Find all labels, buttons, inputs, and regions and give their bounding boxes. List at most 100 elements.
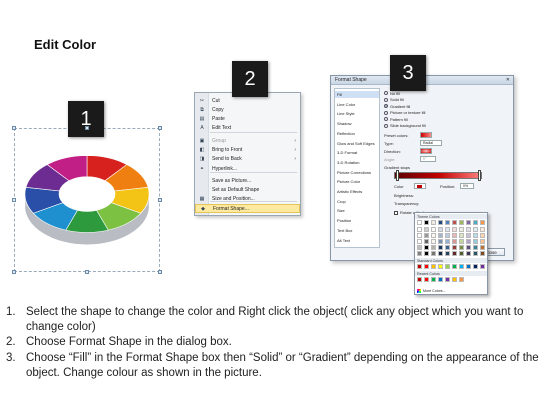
preset-colors-dropdown[interactable]: [420, 132, 432, 138]
color-swatch[interactable]: [466, 245, 471, 250]
resize-handle[interactable]: [12, 270, 16, 274]
fill-option[interactable]: Slide background fill: [384, 123, 426, 129]
color-swatch[interactable]: [480, 239, 485, 244]
context-menu-item[interactable]: ◨ Send to Back ›: [195, 154, 300, 163]
color-swatch[interactable]: [466, 264, 471, 269]
color-swatch[interactable]: [473, 245, 478, 250]
dialog-category-item[interactable]: Text Box: [337, 227, 352, 234]
radio-button[interactable]: [384, 104, 388, 108]
color-swatch[interactable]: [480, 251, 485, 256]
color-swatch[interactable]: [466, 233, 471, 238]
gradient-stop-handle[interactable]: [478, 170, 481, 181]
color-swatch[interactable]: [473, 220, 478, 225]
color-swatch[interactable]: [452, 233, 457, 238]
color-ring-shape[interactable]: [14, 128, 160, 274]
color-swatch[interactable]: [424, 239, 429, 244]
color-swatch[interactable]: [466, 220, 471, 225]
color-swatch[interactable]: [431, 239, 436, 244]
color-swatch[interactable]: [424, 233, 429, 238]
color-swatch[interactable]: [466, 239, 471, 244]
fill-option[interactable]: Pattern fill: [384, 116, 408, 122]
fill-option[interactable]: Solid fill: [384, 97, 404, 103]
radio-button[interactable]: [384, 123, 388, 128]
resize-handle[interactable]: [158, 270, 162, 274]
angle-input[interactable]: 0°: [420, 156, 436, 162]
color-swatch[interactable]: [459, 277, 464, 282]
color-swatch[interactable]: [431, 233, 436, 238]
color-swatch[interactable]: [480, 233, 485, 238]
radio-button[interactable]: [384, 110, 388, 115]
color-swatch[interactable]: [480, 264, 485, 269]
color-swatch[interactable]: [438, 233, 443, 238]
color-swatch[interactable]: [459, 239, 464, 244]
color-swatch[interactable]: [424, 264, 429, 269]
radio-button[interactable]: [384, 117, 388, 121]
dialog-category-item[interactable]: Picture Corrections: [337, 169, 371, 176]
close-icon[interactable]: ✕: [506, 77, 510, 83]
color-swatch[interactable]: [466, 251, 471, 256]
color-swatch[interactable]: [417, 251, 422, 256]
context-menu-item[interactable]: ⧉ Copy: [195, 105, 300, 114]
color-picker-button[interactable]: [414, 183, 426, 189]
color-swatch[interactable]: [438, 220, 443, 225]
resize-handle[interactable]: [158, 198, 162, 202]
resize-handle[interactable]: [85, 126, 89, 130]
gradient-stop-handle[interactable]: [396, 170, 399, 181]
color-swatch[interactable]: [445, 239, 450, 244]
dialog-category-item[interactable]: Size: [337, 207, 345, 214]
context-menu-item[interactable]: Save as Picture...: [195, 176, 300, 185]
color-swatch[interactable]: [473, 251, 478, 256]
color-swatch[interactable]: [452, 277, 457, 282]
color-swatch[interactable]: [452, 220, 457, 225]
color-swatch[interactable]: [424, 251, 429, 256]
color-swatch[interactable]: [417, 245, 422, 250]
color-swatch[interactable]: [431, 227, 436, 232]
context-menu-item[interactable]: ✂ Cut: [195, 96, 300, 105]
dialog-category-item[interactable]: Artistic Effects: [337, 188, 362, 195]
type-select[interactable]: Radial: [420, 140, 442, 146]
context-menu-item[interactable]: ▣ Group ›: [195, 136, 300, 145]
color-swatch[interactable]: [438, 245, 443, 250]
color-swatch[interactable]: [445, 264, 450, 269]
context-menu-item[interactable]: ▤ Paste: [195, 114, 300, 123]
context-menu-item[interactable]: ◧ Bring to Front ›: [195, 145, 300, 154]
color-swatch[interactable]: [473, 239, 478, 244]
color-swatch[interactable]: [424, 245, 429, 250]
color-swatch[interactable]: [438, 264, 443, 269]
color-swatch[interactable]: [459, 245, 464, 250]
dialog-category-item[interactable]: 3-D Format: [337, 149, 357, 156]
dialog-category-item[interactable]: Fill: [335, 91, 379, 98]
color-swatch[interactable]: [480, 227, 485, 232]
color-swatch[interactable]: [417, 227, 422, 232]
resize-handle[interactable]: [85, 270, 89, 274]
context-menu-item[interactable]: A Edit Text: [195, 123, 300, 132]
dialog-category-item[interactable]: Shadow: [337, 120, 351, 127]
color-swatch[interactable]: [417, 264, 422, 269]
more-colors-option[interactable]: More Colors...: [417, 289, 446, 293]
radio-button[interactable]: [384, 97, 388, 102]
color-swatch[interactable]: [417, 239, 422, 244]
color-swatch[interactable]: [417, 277, 422, 282]
dialog-category-item[interactable]: Glow and Soft Edges: [337, 140, 375, 147]
color-swatch[interactable]: [459, 227, 464, 232]
resize-handle[interactable]: [158, 126, 162, 130]
color-swatch[interactable]: [417, 233, 422, 238]
color-swatch[interactable]: [445, 277, 450, 282]
color-swatch[interactable]: [445, 251, 450, 256]
color-swatch[interactable]: [431, 245, 436, 250]
dialog-category-item[interactable]: Position: [337, 217, 351, 224]
rotate-checkbox[interactable]: [394, 210, 398, 215]
color-swatch[interactable]: [424, 220, 429, 225]
color-swatch[interactable]: [473, 233, 478, 238]
resize-handle[interactable]: [12, 126, 16, 130]
dialog-category-item[interactable]: Line Style: [337, 110, 355, 117]
color-swatch[interactable]: [480, 245, 485, 250]
color-swatch[interactable]: [417, 220, 422, 225]
color-swatch[interactable]: [431, 277, 436, 282]
dialog-category-item[interactable]: Picture Color: [337, 178, 360, 185]
color-swatch[interactable]: [445, 220, 450, 225]
color-swatch[interactable]: [431, 264, 436, 269]
gradient-bar[interactable]: [394, 172, 482, 179]
direction-dropdown[interactable]: [420, 148, 432, 154]
context-menu-item[interactable]: Set as Default Shape: [195, 185, 300, 194]
